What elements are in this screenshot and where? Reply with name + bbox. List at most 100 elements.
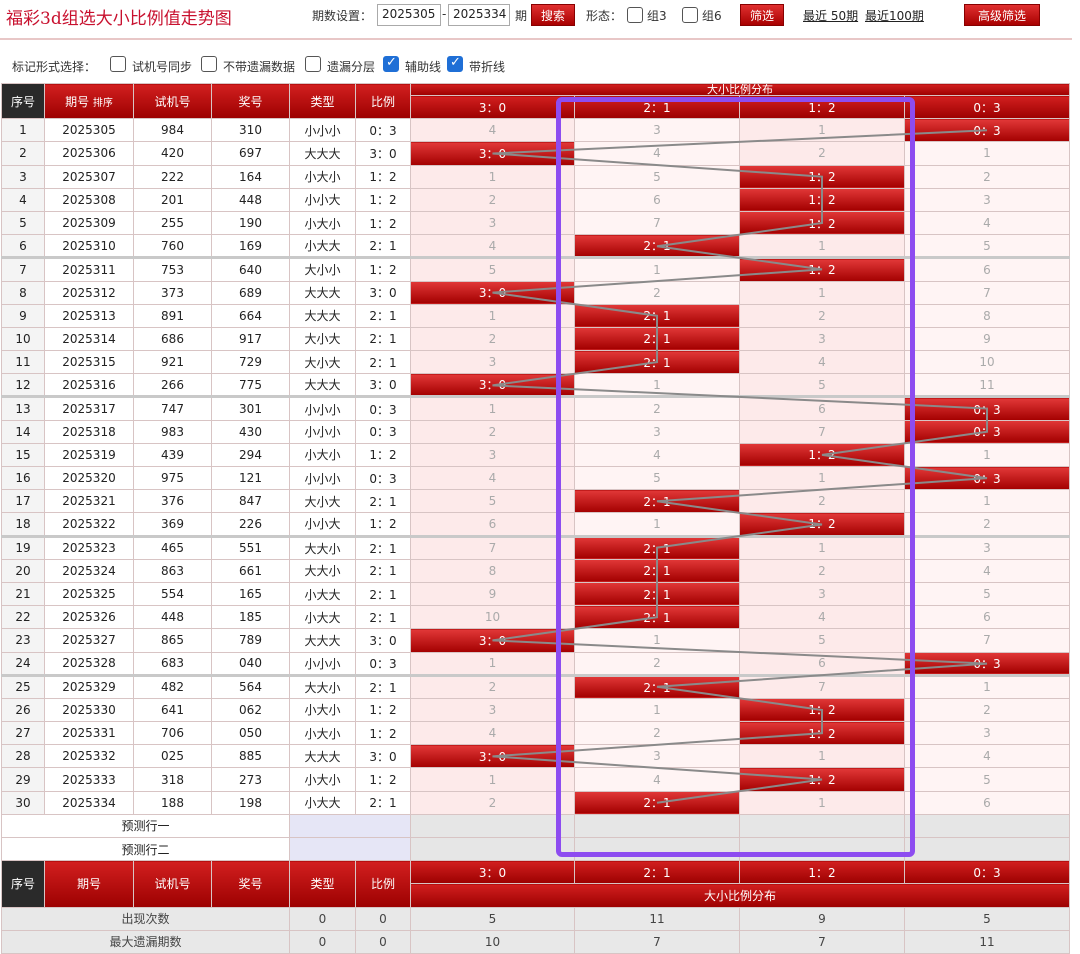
predict-input[interactable] xyxy=(289,836,411,862)
row-trial: 865 xyxy=(133,628,212,653)
predict-cell[interactable] xyxy=(410,813,575,839)
dist-hit-cell: 1：2 xyxy=(739,721,905,746)
dist-miss-cell: 5 xyxy=(574,465,740,491)
group3-checkbox[interactable] xyxy=(627,7,643,23)
dist-miss-cell: 2 xyxy=(410,187,575,212)
table-row: 8 2025312 373 689 大大大 3：0 3：0 2 1 7 xyxy=(1,280,1070,305)
footer-header-row: 序号 期号 试机号 奖号 类型 比例 3：0 2：1 1：2 0：3 xyxy=(1,860,1070,908)
predict-input[interactable] xyxy=(289,813,411,839)
row-ratio: 0：3 xyxy=(355,651,411,676)
col-header-ratio: 比例 xyxy=(355,82,411,120)
row-seq: 3 xyxy=(1,164,45,189)
predict-cell[interactable] xyxy=(904,813,1070,839)
row-prize: 185 xyxy=(211,605,290,630)
row-seq: 29 xyxy=(1,767,45,792)
row-type: 小大小 xyxy=(289,164,356,189)
dist-miss-cell: 1 xyxy=(574,512,740,537)
dist-miss-cell: 8 xyxy=(904,303,1070,328)
row-prize: 689 xyxy=(211,280,290,305)
dist-miss-cell: 7 xyxy=(904,628,1070,653)
dist-miss-cell: 3 xyxy=(904,534,1070,560)
table-row: 26 2025330 641 062 小大小 1：2 3 1 1：2 2 xyxy=(1,697,1070,723)
footer-col-header: 期号 xyxy=(44,860,134,908)
row-ratio: 1：2 xyxy=(355,256,411,282)
recent-100-link[interactable]: 最近100期 xyxy=(865,7,924,24)
row-period: 2025306 xyxy=(44,141,134,166)
row-period: 2025327 xyxy=(44,628,134,653)
row-seq: 19 xyxy=(1,534,45,560)
stats-type: 0 xyxy=(289,906,356,931)
dist-hit-cell: 0：3 xyxy=(904,118,1070,143)
dist-miss-cell: 3 xyxy=(904,187,1070,212)
period-unit: 期 xyxy=(515,9,528,23)
row-seq: 23 xyxy=(1,628,45,653)
dist-col-header: 3：0 xyxy=(410,94,575,120)
dist-miss-cell: 4 xyxy=(904,558,1070,583)
row-period: 2025309 xyxy=(44,210,134,236)
row-seq: 17 xyxy=(1,489,45,514)
dist-miss-cell: 5 xyxy=(574,164,740,189)
footer-dist-col-header: 2：1 xyxy=(574,860,740,885)
dist-hit-cell: 3：0 xyxy=(410,141,575,166)
period-from-input[interactable]: 2025305 xyxy=(377,4,441,26)
predict-cell[interactable] xyxy=(574,813,740,839)
dist-miss-cell: 3 xyxy=(410,697,575,723)
row-period: 2025313 xyxy=(44,303,134,328)
no-miss-checkbox[interactable] xyxy=(201,56,217,72)
row-trial: 025 xyxy=(133,744,212,769)
table-row: 24 2025328 683 040 小小小 0：3 1 2 6 0：3 xyxy=(1,651,1070,676)
row-ratio: 3：0 xyxy=(355,373,411,398)
dist-miss-cell: 1 xyxy=(739,118,905,143)
row-ratio: 1：2 xyxy=(355,187,411,212)
dist-hit-cell: 2：1 xyxy=(574,534,740,560)
sort-label[interactable]: 排序 xyxy=(93,98,113,109)
recent-50-link[interactable]: 最近 50期 xyxy=(803,7,858,24)
group6-checkbox[interactable] xyxy=(682,7,698,23)
row-ratio: 2：1 xyxy=(355,581,411,607)
row-type: 大小小 xyxy=(289,256,356,282)
col-header-dist: 大小比例分布 xyxy=(410,83,1070,96)
predict-cell[interactable] xyxy=(574,836,740,862)
dist-miss-cell: 1 xyxy=(904,673,1070,699)
row-ratio: 0：3 xyxy=(355,118,411,143)
table-row: 25 2025329 482 564 大大小 2：1 2 2：1 7 1 xyxy=(1,673,1070,699)
dist-hit-cell: 2：1 xyxy=(574,303,740,328)
row-period: 2025324 xyxy=(44,558,134,583)
footer-col-header: 序号 xyxy=(1,860,45,908)
dist-miss-cell: 4 xyxy=(410,721,575,746)
row-trial: 921 xyxy=(133,350,212,375)
predict-cell[interactable] xyxy=(410,836,575,862)
predict-cell[interactable] xyxy=(904,836,1070,862)
row-period: 2025328 xyxy=(44,651,134,676)
row-trial: 753 xyxy=(133,256,212,282)
dist-miss-cell: 3 xyxy=(410,210,575,236)
predict-row-1[interactable]: 预测行一 xyxy=(1,813,1070,839)
row-period: 2025334 xyxy=(44,790,134,815)
predict-row-2[interactable]: 预测行二 xyxy=(1,836,1070,862)
row-ratio: 1：2 xyxy=(355,164,411,189)
advanced-filter-button[interactable]: 高级筛选 xyxy=(964,4,1040,26)
polyline-checkbox[interactable] xyxy=(447,55,463,72)
col-header-period[interactable]: 期号 排序 xyxy=(44,82,134,120)
dist-miss-cell: 6 xyxy=(574,187,740,212)
row-prize: 551 xyxy=(211,534,290,560)
period-dash: - xyxy=(442,7,447,21)
aux-line-checkbox[interactable] xyxy=(383,55,399,72)
predict-cell[interactable] xyxy=(739,836,905,862)
search-button[interactable]: 搜索 xyxy=(531,4,575,26)
period-to-input[interactable]: 2025334 xyxy=(448,4,510,26)
row-seq: 27 xyxy=(1,721,45,746)
dist-miss-cell: 1 xyxy=(574,256,740,282)
dist-miss-cell: 6 xyxy=(739,651,905,676)
miss-layer-checkbox[interactable] xyxy=(305,56,321,72)
dist-miss-cell: 1 xyxy=(410,303,575,328)
trial-sync-checkbox[interactable] xyxy=(110,56,126,72)
dist-hit-cell: 3：0 xyxy=(410,628,575,653)
filter-button[interactable]: 筛选 xyxy=(740,4,784,26)
dist-miss-cell: 1 xyxy=(574,697,740,723)
row-trial: 420 xyxy=(133,141,212,166)
table-row: 30 2025334 188 198 小大大 2：1 2 2：1 1 6 xyxy=(1,790,1070,815)
dist-miss-cell: 5 xyxy=(904,767,1070,792)
predict-cell[interactable] xyxy=(739,813,905,839)
row-type: 小大大 xyxy=(289,234,356,259)
